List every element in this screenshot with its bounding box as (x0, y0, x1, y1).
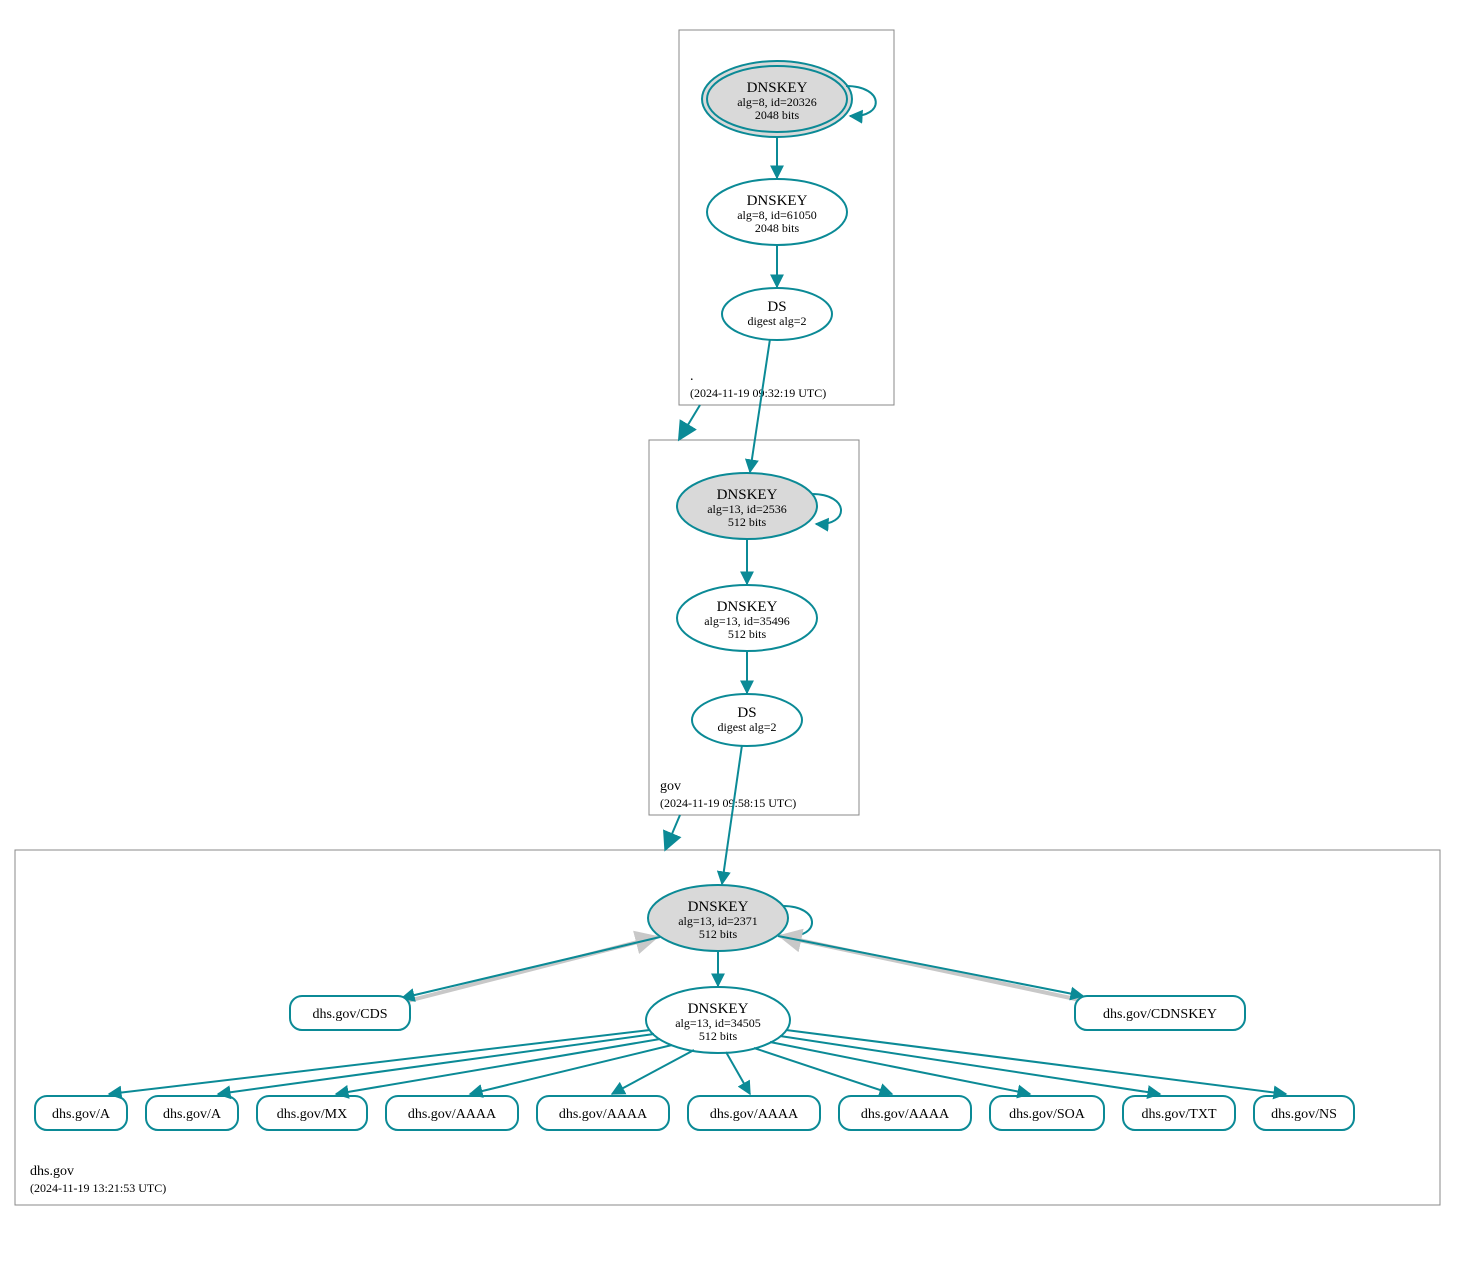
svg-text:DS: DS (737, 705, 756, 721)
edge-zsk-a1 (109, 1030, 650, 1094)
node-dhs-aaaa1: dhs.gov/AAAA (386, 1096, 518, 1130)
node-dhs-soa: dhs.gov/SOA (990, 1096, 1104, 1130)
node-dhs-a2: dhs.gov/A (146, 1096, 238, 1130)
svg-text:alg=8, id=20326: alg=8, id=20326 (737, 95, 817, 109)
zone-gov-time: (2024-11-19 09:58:15 UTC) (660, 796, 796, 810)
svg-text:DS: DS (767, 299, 786, 315)
svg-text:alg=13, id=2371: alg=13, id=2371 (678, 914, 758, 928)
svg-text:digest alg=2: digest alg=2 (717, 720, 776, 734)
edge-zsk-a2 (218, 1034, 654, 1094)
node-dhs-txt: dhs.gov/TXT (1123, 1096, 1235, 1130)
svg-text:DNSKEY: DNSKEY (688, 899, 749, 915)
svg-text:dhs.gov/A: dhs.gov/A (163, 1107, 222, 1122)
svg-text:dhs.gov/CDS: dhs.gov/CDS (312, 1007, 387, 1022)
node-dhs-aaaa3: dhs.gov/AAAA (688, 1096, 820, 1130)
edge-gov-to-dhs-zone (666, 815, 680, 848)
edge-root-to-gov-zone (680, 405, 700, 438)
zone-gov-name: gov (660, 779, 681, 794)
node-gov-zsk: DNSKEY alg=13, id=35496 512 bits (677, 585, 817, 651)
zone-dhs-time: (2024-11-19 13:21:53 UTC) (30, 1181, 166, 1195)
node-dhs-aaaa2: dhs.gov/AAAA (537, 1096, 669, 1130)
svg-text:DNSKEY: DNSKEY (717, 599, 778, 615)
node-dhs-aaaa4: dhs.gov/AAAA (839, 1096, 971, 1130)
svg-text:DNSKEY: DNSKEY (747, 193, 808, 209)
rr-row: dhs.gov/A dhs.gov/A dhs.gov/MX dhs.gov/A… (35, 1096, 1354, 1130)
svg-text:512 bits: 512 bits (699, 1029, 738, 1043)
edge-zsk-aaaa3 (726, 1052, 750, 1094)
svg-text:DNSKEY: DNSKEY (717, 487, 778, 503)
zone-root-name: . (690, 369, 694, 384)
svg-text:512 bits: 512 bits (728, 627, 767, 641)
node-root-ds: DS digest alg=2 (722, 288, 832, 340)
svg-text:dhs.gov/SOA: dhs.gov/SOA (1009, 1107, 1086, 1122)
edge-zsk-aaaa4 (754, 1048, 892, 1094)
node-dhs-zsk: DNSKEY alg=13, id=34505 512 bits (646, 987, 790, 1053)
svg-text:dhs.gov/AAAA: dhs.gov/AAAA (861, 1107, 950, 1122)
node-dhs-ns: dhs.gov/NS (1254, 1096, 1354, 1130)
edge-dhs-ksk-cds (402, 937, 660, 998)
node-gov-ds: DS digest alg=2 (692, 694, 802, 746)
svg-text:digest alg=2: digest alg=2 (747, 314, 806, 328)
node-root-ksk: DNSKEY alg=8, id=20326 2048 bits (702, 61, 852, 137)
node-dhs-mx: dhs.gov/MX (257, 1096, 367, 1130)
svg-text:DNSKEY: DNSKEY (747, 80, 808, 96)
node-root-zsk: DNSKEY alg=8, id=61050 2048 bits (707, 179, 847, 245)
node-dhs-cds: dhs.gov/CDS (290, 996, 410, 1030)
zone-root-time: (2024-11-19 09:32:19 UTC) (690, 386, 826, 400)
svg-text:DNSKEY: DNSKEY (688, 1001, 749, 1017)
dnssec-graph: . (2024-11-19 09:32:19 UTC) DNSKEY alg=8… (0, 0, 1457, 1278)
svg-text:dhs.gov/AAAA: dhs.gov/AAAA (559, 1107, 648, 1122)
svg-text:dhs.gov/CDNSKEY: dhs.gov/CDNSKEY (1103, 1007, 1217, 1022)
svg-text:alg=13, id=34505: alg=13, id=34505 (675, 1016, 761, 1030)
svg-text:dhs.gov/AAAA: dhs.gov/AAAA (710, 1107, 799, 1122)
svg-text:512 bits: 512 bits (699, 927, 738, 941)
svg-text:alg=8, id=61050: alg=8, id=61050 (737, 208, 817, 222)
svg-text:alg=13, id=2536: alg=13, id=2536 (707, 502, 787, 516)
svg-text:dhs.gov/A: dhs.gov/A (52, 1107, 111, 1122)
svg-text:dhs.gov/NS: dhs.gov/NS (1271, 1107, 1337, 1122)
node-dhs-cdnskey: dhs.gov/CDNSKEY (1075, 996, 1245, 1030)
node-gov-ksk: DNSKEY alg=13, id=2536 512 bits (677, 473, 817, 539)
svg-text:512 bits: 512 bits (728, 515, 767, 529)
svg-text:alg=13, id=35496: alg=13, id=35496 (704, 614, 790, 628)
svg-text:dhs.gov/MX: dhs.gov/MX (277, 1107, 347, 1122)
edge-dhs-ksk-cdnskey (778, 936, 1083, 996)
edge-zsk-txt (780, 1036, 1160, 1094)
svg-text:dhs.gov/TXT: dhs.gov/TXT (1141, 1107, 1217, 1122)
svg-text:dhs.gov/AAAA: dhs.gov/AAAA (408, 1107, 497, 1122)
zone-dhs-name: dhs.gov (30, 1164, 74, 1179)
svg-text:2048 bits: 2048 bits (755, 108, 800, 122)
edge-zsk-aaaa1 (470, 1045, 672, 1094)
node-dhs-a1: dhs.gov/A (35, 1096, 127, 1130)
node-dhs-ksk: DNSKEY alg=13, id=2371 512 bits (648, 885, 788, 951)
svg-text:2048 bits: 2048 bits (755, 221, 800, 235)
